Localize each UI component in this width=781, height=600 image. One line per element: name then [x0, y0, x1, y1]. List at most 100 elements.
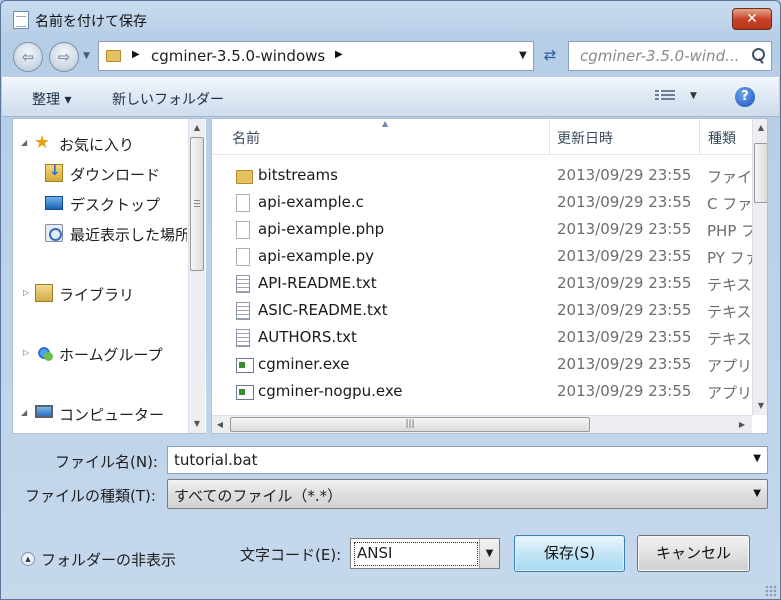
filetype-label: ファイルの種類(T):: [25, 487, 156, 505]
file-row[interactable]: cgminer-nogpu.exe 2013/09/29 23:55 アプリ: [212, 379, 752, 406]
file-date: 2013/09/29 23:55: [557, 247, 692, 265]
close-button[interactable]: ✕: [732, 8, 772, 30]
view-options-icon[interactable]: [655, 90, 675, 104]
window-title: 名前を付けて保存: [35, 14, 147, 30]
file-icon: [236, 248, 250, 266]
address-bar[interactable]: ▶ cgminer-3.5.0-windows ▶ ▼: [98, 41, 534, 71]
sidebar-item-label: ダウンロード: [70, 166, 161, 184]
column-header-type[interactable]: 種類: [708, 128, 736, 148]
file-row[interactable]: api-example.py 2013/09/29 23:55 PY ファ: [212, 244, 760, 271]
save-button[interactable]: 保存(S): [514, 535, 625, 572]
filename-dropdown-icon[interactable]: ▼: [753, 453, 761, 464]
scrollbar-thumb[interactable]: [190, 137, 204, 271]
encoding-select[interactable]: ANSI ▼: [350, 538, 500, 569]
address-dropdown-icon[interactable]: ▼: [519, 50, 527, 61]
filetype-select[interactable]: すべてのファイル（*.*） ▼: [167, 479, 768, 509]
file-name: api-example.php: [258, 220, 385, 238]
new-folder-button[interactable]: 新しいフォルダー: [112, 89, 224, 109]
file-name: api-example.py: [258, 247, 375, 265]
organize-button[interactable]: 整理 ▾: [32, 89, 71, 109]
cancel-button[interactable]: キャンセル: [637, 535, 750, 572]
file-row[interactable]: api-example.php 2013/09/29 23:55 PHP フ: [212, 217, 756, 244]
file-date: 2013/09/29 23:55: [557, 355, 692, 373]
file-type: テキス: [707, 330, 752, 348]
file-name: cgminer.exe: [258, 355, 350, 373]
sidebar-item-label: ライブラリ: [59, 286, 135, 304]
text-file-icon: [236, 302, 250, 320]
desktop-icon: [45, 196, 63, 210]
search-icon[interactable]: [750, 46, 766, 66]
scroll-left-icon[interactable]: ◀: [212, 416, 228, 433]
file-name: api-example.c: [258, 193, 364, 211]
file-row[interactable]: api-example.c 2013/09/29 23:55 C ファ: [212, 190, 752, 217]
forward-button[interactable]: ⇨: [49, 42, 79, 72]
search-input[interactable]: cgminer-3.5.0-wind...: [568, 41, 772, 71]
file-list-vertical-scrollbar[interactable]: ▲ ▼: [752, 119, 767, 415]
view-dropdown-icon[interactable]: ▼: [690, 91, 697, 101]
back-button[interactable]: ⇦: [13, 42, 43, 72]
breadcrumb-arrow-icon[interactable]: ▶: [132, 49, 140, 60]
notepad-icon: [13, 11, 29, 29]
file-type: PHP フ: [707, 222, 757, 240]
encoding-label: 文字コード(E):: [240, 546, 342, 564]
folder-icon: [236, 170, 253, 184]
help-icon[interactable]: ?: [735, 87, 755, 107]
resize-grip-icon[interactable]: [765, 585, 777, 597]
refresh-button[interactable]: ⇄: [538, 41, 562, 71]
sidebar-item-recent-places[interactable]: 最近表示した場所: [13, 221, 187, 247]
exe-icon: [236, 385, 254, 400]
file-date: 2013/09/29 23:55: [557, 274, 692, 292]
file-row[interactable]: API-README.txt 2013/09/29 23:55 テキス: [212, 271, 752, 298]
file-type: アプリ: [707, 384, 753, 402]
filetype-dropdown-icon[interactable]: ▼: [753, 488, 761, 499]
encoding-value: ANSI: [354, 542, 478, 566]
scroll-right-icon[interactable]: ▶: [734, 416, 750, 433]
scroll-up-icon[interactable]: ▲: [189, 119, 205, 136]
file-row[interactable]: bitstreams 2013/09/29 23:55 ファイ: [212, 163, 752, 190]
file-row[interactable]: ASIC-README.txt 2013/09/29 23:55 テキス: [212, 298, 752, 325]
text-file-icon: [236, 275, 250, 293]
file-date: 2013/09/29 23:55: [557, 301, 692, 319]
filename-value: tutorial.bat: [174, 451, 258, 469]
sidebar-item-label: ホームグループ: [59, 346, 163, 364]
scrollbar-thumb[interactable]: [754, 143, 767, 203]
scroll-down-icon[interactable]: ▼: [753, 397, 767, 414]
column-header-date[interactable]: 更新日時: [557, 128, 613, 148]
file-row[interactable]: AUTHORS.txt 2013/09/29 23:55 テキス: [212, 325, 752, 352]
filename-field[interactable]: tutorial.bat ▼: [167, 446, 768, 474]
scrollbar-thumb[interactable]: |||: [230, 417, 590, 432]
breadcrumb-arrow-icon[interactable]: ▶: [335, 49, 343, 60]
file-date: 2013/09/29 23:55: [557, 328, 692, 346]
computer-icon: [35, 405, 53, 418]
file-list-horizontal-scrollbar[interactable]: ◀ ||| ▶: [212, 415, 752, 433]
file-type: テキス: [707, 276, 752, 294]
scroll-down-icon[interactable]: ▼: [189, 415, 205, 432]
file-name: API-README.txt: [258, 274, 377, 292]
file-type: アプリ: [707, 357, 753, 375]
file-icon: [236, 194, 250, 212]
exe-icon: [236, 358, 254, 373]
save-as-dialog: 名前を付けて保存 ✕ ⇦ ⇨ ▼ ▶ cgminer-3.5.0-windows…: [0, 0, 781, 600]
file-date: 2013/09/29 23:55: [557, 193, 692, 211]
breadcrumb-current[interactable]: cgminer-3.5.0-windows: [151, 47, 325, 65]
nav-pane-scrollbar[interactable]: ▲ ▼: [188, 119, 205, 433]
star-icon: ★: [34, 132, 51, 153]
file-name: ASIC-README.txt: [258, 301, 388, 319]
encoding-dropdown-icon[interactable]: ▼: [479, 539, 499, 568]
navigation-pane: ◢ ★ お気に入り ダウンロード デスクトップ 最近表示した場所 ▷ ライブラリ…: [12, 118, 206, 434]
collapse-arrow-icon[interactable]: ◢: [21, 138, 27, 147]
collapse-arrow-icon[interactable]: ◢: [21, 408, 27, 417]
collapse-up-icon: ▲: [21, 552, 35, 566]
recent-places-icon: [45, 224, 63, 242]
command-toolbar: 整理 ▾ 新しいフォルダー ▼ ?: [2, 77, 779, 117]
column-header-name[interactable]: 名前: [232, 128, 260, 148]
file-row[interactable]: cgminer.exe 2013/09/29 23:55 アプリ: [212, 352, 752, 379]
sidebar-item-label: 最近表示した場所: [70, 226, 187, 244]
sidebar-item-label: お気に入り: [59, 136, 135, 154]
expand-arrow-icon[interactable]: ▷: [23, 288, 29, 297]
expand-arrow-icon[interactable]: ▷: [23, 348, 29, 357]
recent-locations-dropdown-icon[interactable]: ▼: [83, 51, 90, 61]
scroll-up-icon[interactable]: ▲: [753, 119, 767, 136]
file-date: 2013/09/29 23:55: [557, 220, 692, 238]
download-folder-icon: [45, 163, 63, 182]
